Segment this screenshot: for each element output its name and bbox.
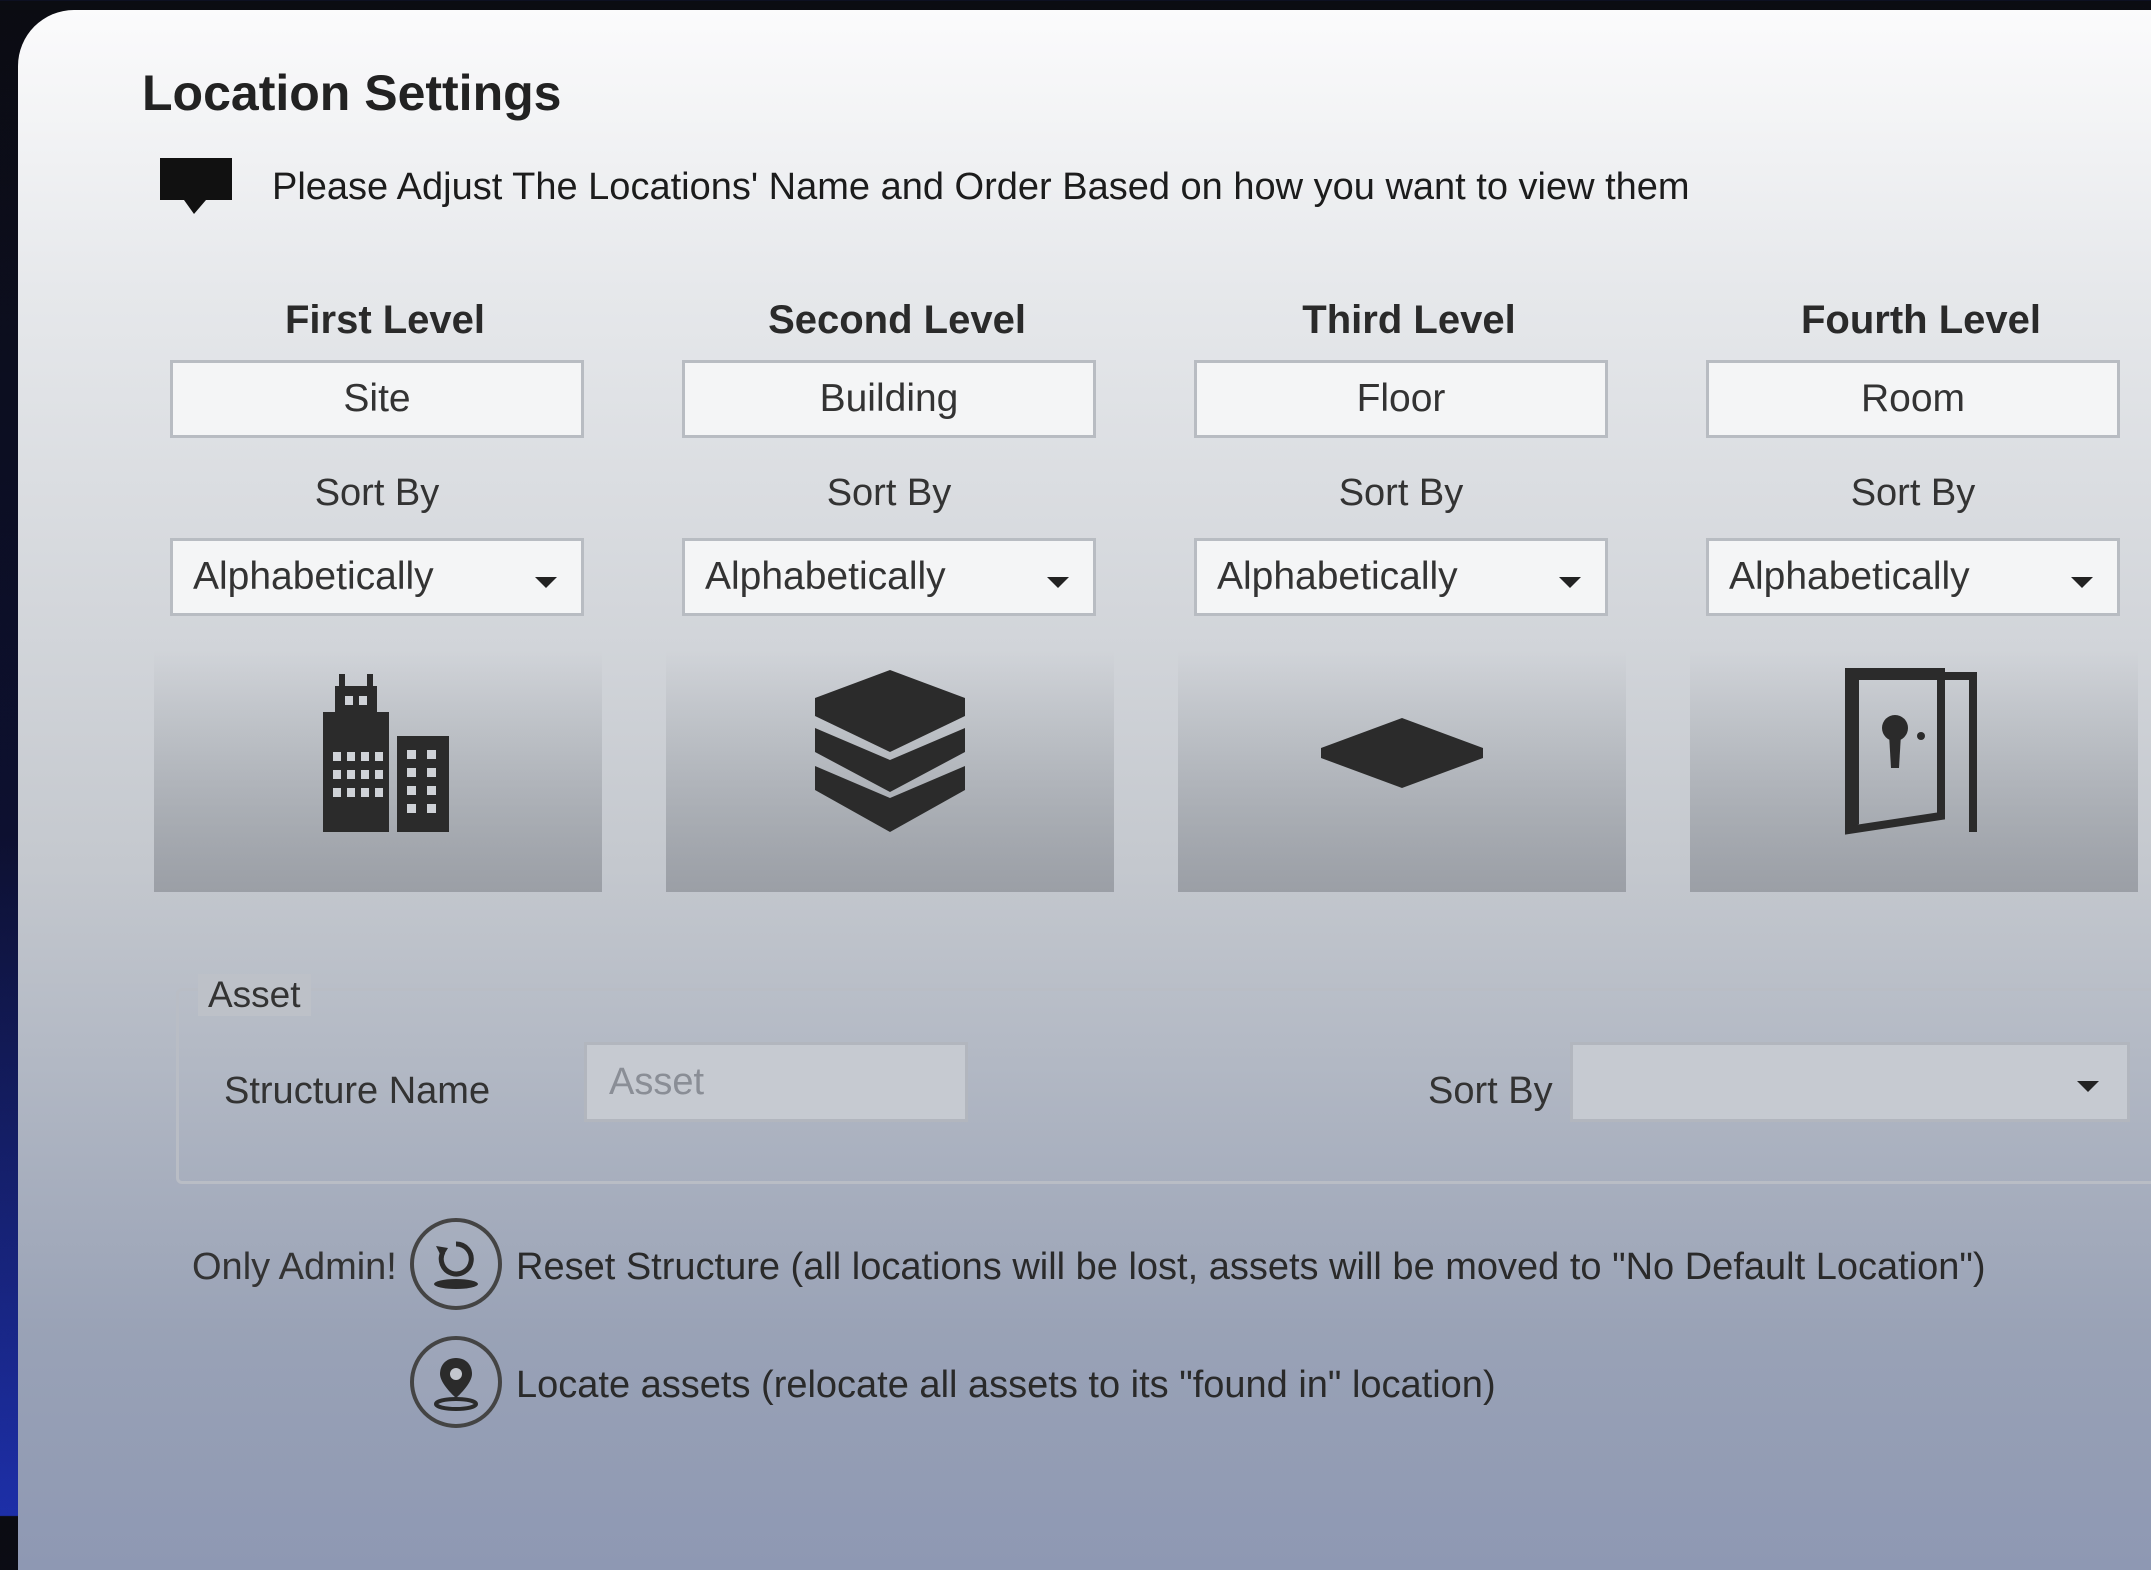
sort-by-dropdown[interactable]: Alphabetically	[1706, 538, 2120, 616]
admin-only-label: Only Admin!	[192, 1246, 397, 1288]
structure-name-input[interactable]: Asset	[584, 1042, 968, 1122]
reset-structure-button[interactable]	[410, 1218, 502, 1310]
level-name-input[interactable]: Building	[682, 360, 1096, 438]
floor-plate-icon	[1321, 718, 1483, 788]
sort-by-label: Sort By	[1338, 472, 1464, 514]
level-name-input[interactable]: Site	[170, 360, 584, 438]
locate-assets-button[interactable]	[410, 1336, 502, 1428]
sort-by-dropdown[interactable]: Alphabetically	[1194, 538, 1608, 616]
level-icon-tile[interactable]	[666, 650, 1114, 892]
sort-by-value: Alphabetically	[193, 555, 434, 598]
level-icon-tile[interactable]	[1690, 650, 2138, 892]
level-heading: Second Level	[768, 298, 1026, 342]
page-title: Location Settings	[142, 65, 562, 121]
asset-sort-by-label: Sort By	[1428, 1070, 1553, 1112]
chevron-down-icon	[1559, 577, 1581, 588]
level-name-input[interactable]: Room	[1706, 360, 2120, 438]
chevron-down-icon	[1047, 577, 1069, 588]
chevron-down-icon	[2071, 577, 2093, 588]
level-icon-tile[interactable]	[154, 650, 602, 892]
chevron-down-icon	[535, 577, 557, 588]
layers-icon	[815, 670, 965, 832]
locate-assets-text[interactable]: Locate assets (relocate all assets to it…	[516, 1364, 1496, 1407]
sort-by-label: Sort By	[826, 472, 952, 514]
asset-sort-by-dropdown[interactable]	[1570, 1042, 2130, 1122]
level-heading: Third Level	[1302, 298, 1516, 342]
reset-icon	[434, 1241, 478, 1289]
level-heading: Fourth Level	[1800, 298, 2042, 342]
sort-by-dropdown[interactable]: Alphabetically	[170, 538, 584, 616]
level-icon-tile[interactable]	[1178, 650, 1626, 892]
sort-by-label: Sort By	[1850, 472, 1976, 514]
sort-by-label: Sort By	[314, 472, 440, 514]
door-icon	[1845, 668, 1977, 835]
instruction-text: Please Adjust The Locations' Name and Or…	[272, 166, 1690, 208]
asset-group-legend: Asset	[198, 974, 311, 1016]
sort-by-value: Alphabetically	[705, 555, 946, 598]
level-heading: First Level	[284, 298, 486, 342]
level-name-input[interactable]: Floor	[1194, 360, 1608, 438]
sort-by-value: Alphabetically	[1729, 555, 1970, 598]
structure-name-label: Structure Name	[224, 1070, 491, 1112]
city-buildings-icon	[323, 674, 449, 832]
chevron-down-icon	[2077, 1081, 2099, 1092]
speech-bubble-icon	[160, 158, 232, 214]
location-pin-icon	[434, 1358, 478, 1411]
sort-by-dropdown[interactable]: Alphabetically	[682, 538, 1096, 616]
structure-name-placeholder: Asset	[609, 1061, 705, 1103]
sort-by-value: Alphabetically	[1217, 555, 1458, 598]
reset-structure-text[interactable]: Reset Structure (all locations will be l…	[516, 1246, 1986, 1289]
location-settings-window: Location Settings Please Adjust The Loca…	[18, 10, 2151, 1570]
